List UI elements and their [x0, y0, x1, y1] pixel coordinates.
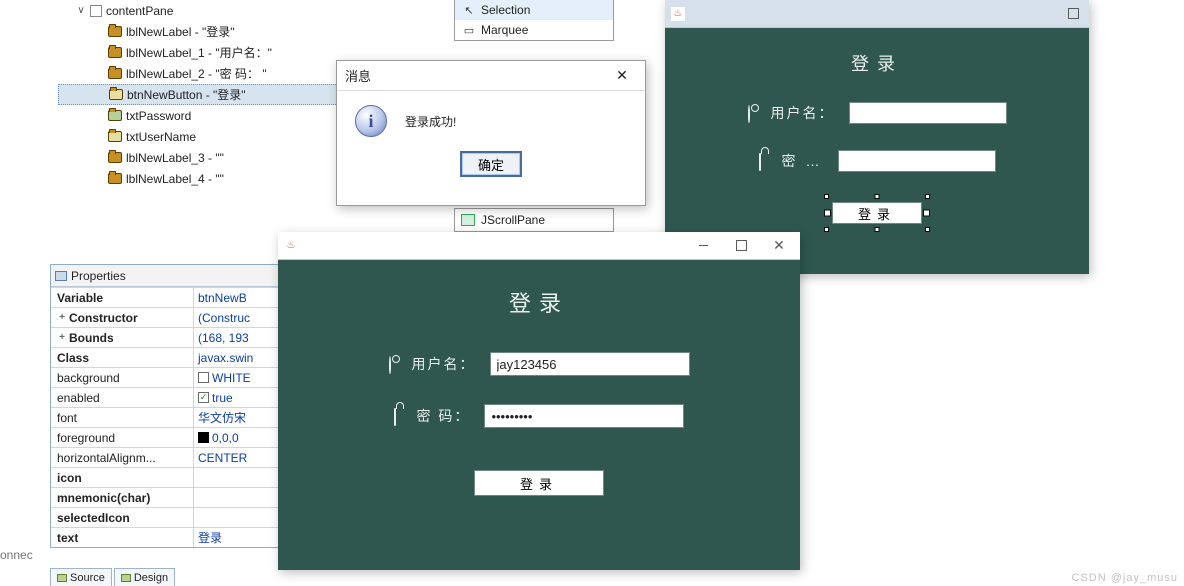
dialog-titlebar[interactable]: 消息 ✕	[337, 61, 645, 91]
dialog-title: 消息	[345, 66, 371, 85]
maximize-button[interactable]	[1059, 3, 1087, 25]
label-icon	[108, 152, 122, 163]
lock-icon	[394, 408, 396, 426]
dialog-close-button[interactable]: ✕	[607, 66, 637, 86]
info-icon: i	[355, 105, 387, 137]
lock-icon	[759, 153, 761, 171]
checkbox-icon[interactable]	[90, 5, 102, 17]
properties-icon	[55, 271, 67, 281]
selection-handles[interactable]: 登录	[832, 202, 922, 224]
password-input[interactable]	[838, 150, 996, 172]
login-button-design[interactable]: 登录	[832, 202, 922, 224]
window-titlebar[interactable]: ♨	[665, 0, 1089, 28]
checkbox-icon[interactable]: ✓	[198, 392, 209, 403]
source-icon	[57, 574, 67, 582]
dialog-message: 登录成功!	[405, 113, 456, 130]
login-heading: 登录	[278, 260, 800, 318]
label-icon	[108, 26, 122, 37]
username-label: 用户名：	[389, 354, 476, 374]
properties-header: Properties	[51, 265, 281, 287]
login-button[interactable]: 登录	[474, 470, 604, 496]
palette-jscrollpane[interactable]: JScrollPane	[454, 208, 614, 232]
user-icon	[748, 105, 750, 123]
expand-icon[interactable]: +	[57, 312, 67, 323]
marquee-icon: ▭	[463, 24, 475, 36]
tree-node-contentpane[interactable]: ∨ contentPane	[58, 0, 448, 21]
maximize-button[interactable]	[722, 235, 760, 257]
login-heading: 登录	[665, 28, 1089, 76]
tab-design[interactable]: Design	[114, 568, 175, 586]
password-label: 密…	[759, 151, 824, 171]
java-icon: ♨	[671, 7, 685, 21]
java-icon: ♨	[284, 239, 298, 253]
watermark: CSDN @jay_musu	[1072, 572, 1178, 584]
palette-marquee[interactable]: ▭Marquee	[455, 20, 613, 40]
minimize-button[interactable]	[684, 235, 722, 257]
password-label: 密 码：	[394, 406, 471, 426]
username-input[interactable]	[849, 102, 1007, 124]
expand-icon[interactable]: ∨	[76, 5, 86, 16]
textfield-icon	[108, 131, 122, 142]
checkbox-icon	[198, 372, 209, 383]
cursor-icon: ↖	[463, 4, 475, 16]
editor-tabs[interactable]: Source Design	[50, 568, 175, 586]
expand-icon[interactable]: +	[57, 332, 67, 343]
username-input[interactable]	[490, 352, 690, 376]
window-titlebar[interactable]: ♨ ✕	[278, 232, 800, 260]
label-icon	[108, 68, 122, 79]
dialog-ok-button[interactable]: 确定	[460, 151, 522, 177]
tab-source[interactable]: Source	[50, 568, 112, 586]
label-icon	[108, 173, 122, 184]
username-label: 用户名：	[748, 103, 835, 123]
message-dialog: 消息 ✕ i 登录成功! 确定	[336, 60, 646, 206]
textfield-icon	[108, 110, 122, 121]
palette-selection[interactable]: ↖Selection	[455, 0, 613, 20]
button-icon	[109, 89, 123, 100]
label-icon	[108, 47, 122, 58]
truncated-text: onnec	[0, 548, 33, 562]
tree-label: contentPane	[106, 4, 173, 18]
login-window-running: ♨ ✕ 登录 用户名： 密 码： 登录	[278, 232, 800, 570]
palette-panel[interactable]: ↖Selection ▭Marquee	[454, 0, 614, 41]
design-icon	[121, 574, 131, 582]
user-icon	[389, 356, 391, 374]
close-button[interactable]: ✕	[760, 235, 798, 257]
properties-panel[interactable]: Properties VariablebtnNewB +Constructor(…	[50, 264, 282, 548]
password-input[interactable]	[484, 404, 684, 428]
scrollpane-icon	[461, 214, 475, 226]
tree-node[interactable]: lblNewLabel - "登录"	[58, 21, 448, 42]
color-swatch-icon	[198, 432, 209, 443]
